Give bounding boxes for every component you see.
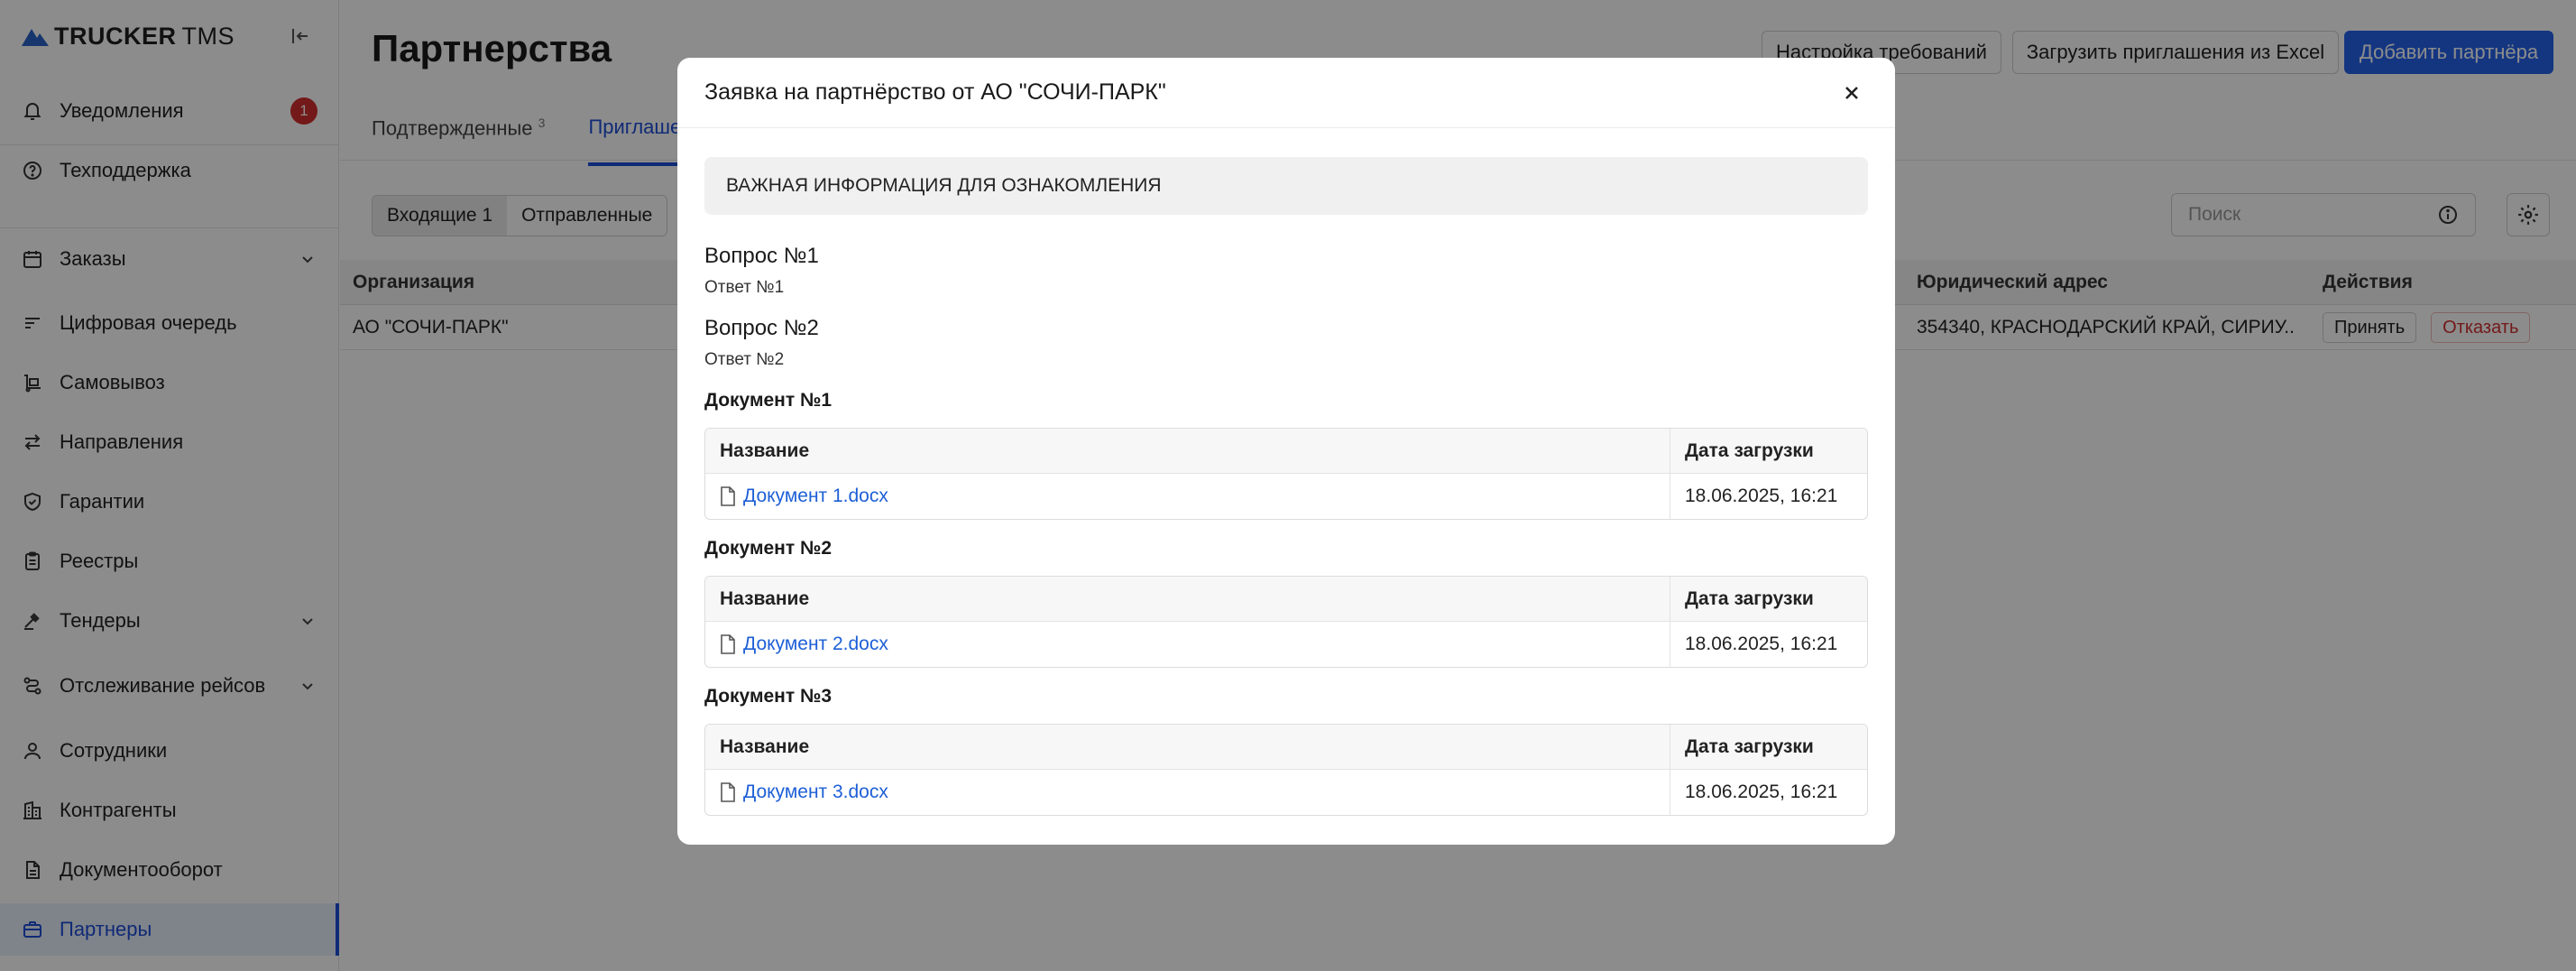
document-table: Название Дата загрузки Документ 3.docx 1…: [704, 724, 1868, 816]
modal-title: Заявка на партнёрство от АО "СОЧИ-ПАРК": [704, 79, 1166, 105]
file-icon: [721, 634, 735, 654]
close-button[interactable]: [1835, 77, 1868, 109]
document-cell: Документ 3.docx: [705, 770, 1670, 815]
question-title: Вопрос №1: [704, 244, 819, 268]
question-title: Вопрос №2: [704, 316, 819, 340]
file-icon: [721, 486, 735, 506]
document-table-header: Название Дата загрузки: [705, 725, 1867, 770]
column-header-name: Название: [705, 577, 1670, 621]
table-row: Документ 1.docx 18.06.2025, 16:21: [705, 474, 1867, 519]
file-icon: [721, 782, 735, 802]
column-header-upload-date: Дата загрузки: [1685, 587, 1814, 609]
close-icon: [1845, 86, 1858, 99]
document-link[interactable]: Документ 1.docx: [743, 486, 888, 507]
document-table-header: Название Дата загрузки: [705, 577, 1867, 622]
upload-date-cell: 18.06.2025, 16:21: [1685, 781, 1838, 802]
question-answer: Ответ №2: [704, 350, 785, 369]
document-link[interactable]: Документ 2.docx: [743, 633, 888, 655]
question-answer: Ответ №1: [704, 278, 785, 297]
partnership-request-modal: Заявка на партнёрство от АО "СОЧИ-ПАРК" …: [677, 58, 1895, 845]
column-header-name: Название: [705, 725, 1670, 769]
upload-date-cell: 18.06.2025, 16:21: [1685, 633, 1838, 654]
table-row: Документ 2.docx 18.06.2025, 16:21: [705, 622, 1867, 667]
document-cell: Документ 2.docx: [705, 622, 1670, 667]
info-box: ВАЖНАЯ ИНФОРМАЦИЯ ДЛЯ ОЗНАКОМЛЕНИЯ: [704, 157, 1868, 215]
document-table-header: Название Дата загрузки: [705, 429, 1867, 474]
document-section-title: Документ №3: [704, 686, 833, 707]
document-cell: Документ 1.docx: [705, 474, 1670, 519]
table-row: Документ 3.docx 18.06.2025, 16:21: [705, 770, 1867, 815]
column-header-name: Название: [705, 429, 1670, 473]
document-table: Название Дата загрузки Документ 1.docx 1…: [704, 428, 1868, 520]
document-link[interactable]: Документ 3.docx: [743, 781, 888, 803]
column-header-upload-date: Дата загрузки: [1685, 439, 1814, 461]
upload-date-cell: 18.06.2025, 16:21: [1685, 486, 1838, 506]
document-table: Название Дата загрузки Документ 2.docx 1…: [704, 576, 1868, 668]
document-section-title: Документ №2: [704, 538, 833, 559]
column-header-upload-date: Дата загрузки: [1685, 735, 1814, 757]
modal-header: Заявка на партнёрство от АО "СОЧИ-ПАРК": [677, 58, 1895, 128]
document-section-title: Документ №1: [704, 390, 833, 411]
